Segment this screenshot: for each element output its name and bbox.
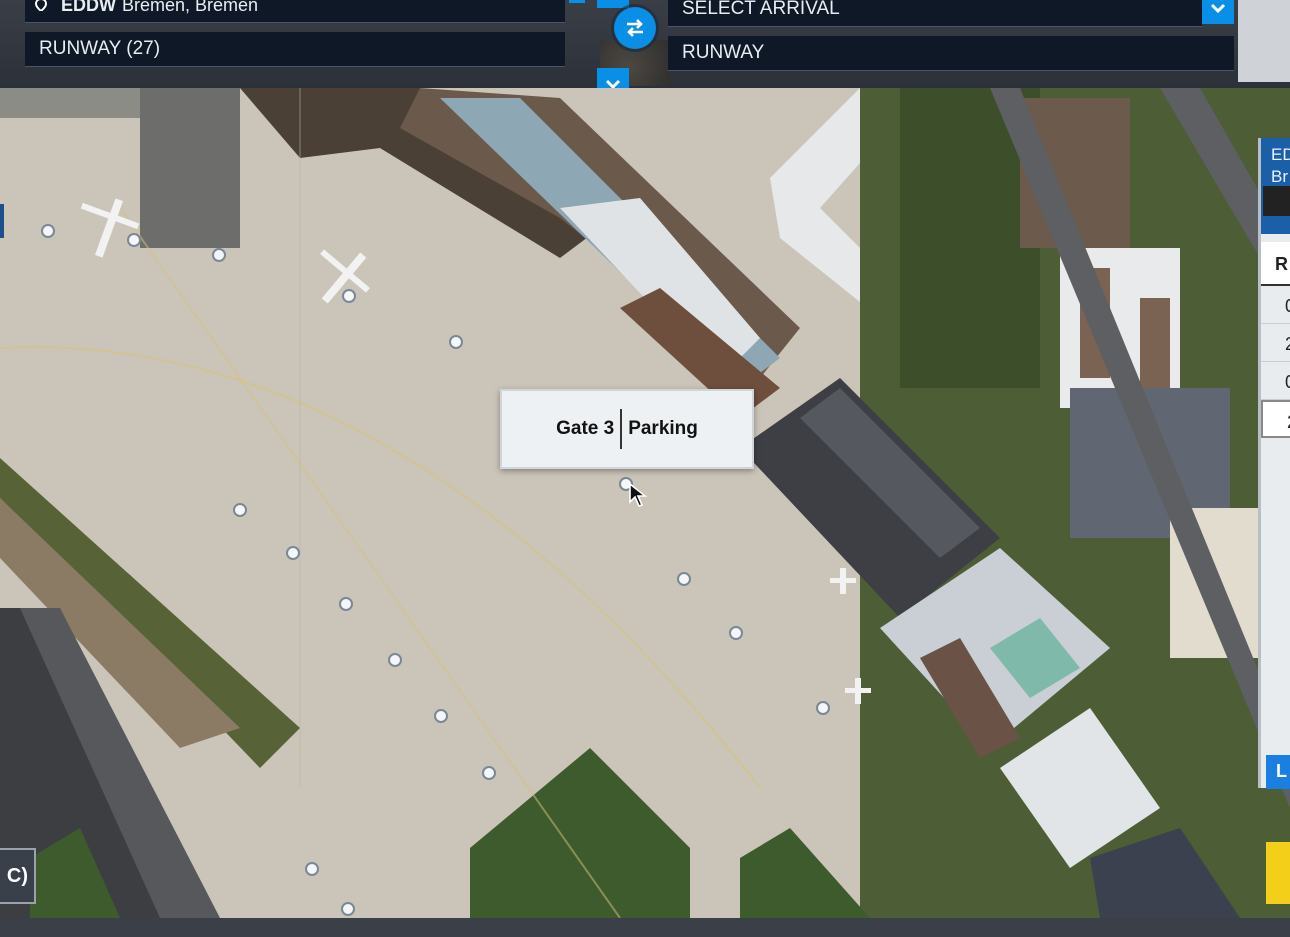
parking-spot-node[interactable] (127, 233, 141, 247)
parking-spot-node[interactable] (816, 701, 830, 715)
fly-button[interactable] (1266, 842, 1290, 904)
map-edge-marker (0, 204, 4, 238)
departure-airport-field[interactable]: EDDW Bremen, Bremen x (25, 0, 629, 23)
arrival-airport-select[interactable]: SELECT ARRIVAL (668, 0, 1234, 27)
right-frame (1238, 0, 1290, 82)
bottom-bar (0, 918, 1290, 937)
parking-spot-node[interactable] (482, 766, 496, 780)
tooltip-type: Parking (628, 418, 698, 439)
parking-spot-node[interactable] (677, 572, 691, 586)
panel-header: ED Br (1261, 138, 1290, 234)
parking-spot-node[interactable] (41, 224, 55, 238)
aircraft-thumbnail (1263, 186, 1290, 216)
parking-spot-node[interactable] (341, 902, 355, 916)
departure-airport-code: EDDW (61, 0, 116, 15)
clear-departure-button[interactable]: x (569, 0, 585, 3)
arrival-runway-label: RUNWAY (682, 42, 765, 63)
parking-spot-node[interactable] (434, 709, 448, 723)
swap-arrows-icon (627, 19, 643, 37)
parking-spot-node[interactable] (233, 503, 247, 517)
parking-spot-node[interactable] (449, 335, 463, 349)
arrival-dropdown-button[interactable] (1202, 0, 1234, 24)
location-pin-icon (35, 0, 47, 11)
parking-spot-node[interactable] (342, 289, 356, 303)
runway-row[interactable]: 0 (1261, 362, 1290, 400)
parking-spot-node[interactable] (212, 248, 226, 262)
swap-route-button[interactable] (614, 7, 656, 49)
chevron-down-icon (604, 0, 622, 1)
arrival-runway-select[interactable]: RUNWAY (668, 36, 1234, 71)
runway-row[interactable]: 2 (1261, 324, 1290, 362)
departure-dropdown-button[interactable] (597, 0, 629, 8)
tooltip-divider (620, 409, 623, 449)
tooltip-gate: Gate 3 (556, 418, 615, 439)
arrival-placeholder: SELECT ARRIVAL (682, 0, 840, 19)
parking-spot-node[interactable] (388, 653, 402, 667)
panel-airport-name: Br (1271, 167, 1288, 186)
mouse-pointer-icon (629, 482, 648, 507)
panel-airport-code: ED (1271, 145, 1290, 164)
atc-button[interactable]: C) (0, 848, 36, 904)
runway-row[interactable]: 0 (1261, 286, 1290, 324)
parking-spot-node[interactable] (729, 626, 743, 640)
panel-action-button[interactable]: L (1266, 755, 1290, 789)
parking-spot-node[interactable] (339, 597, 353, 611)
departure-airport-name: Bremen, Bremen (122, 0, 259, 15)
airport-info-panel: ED Br R 0 2 0 2 (1258, 138, 1290, 788)
departure-runway-select[interactable]: RUNWAY (27) (25, 32, 629, 100)
flight-route-bar: EDDW Bremen, Bremen x RUNWAY (27) SELECT … (0, 0, 1290, 100)
parking-spot-node[interactable] (305, 862, 319, 876)
runway-list: R 0 2 0 2 (1261, 242, 1290, 438)
parking-tooltip: Gate 3 Parking (500, 389, 754, 469)
parking-spot-node[interactable] (286, 546, 300, 560)
runway-row-selected[interactable]: 2 (1261, 400, 1290, 438)
chevron-down-icon (1210, 3, 1226, 14)
runway-column-header: R (1261, 242, 1290, 286)
departure-runway-label: RUNWAY (27) (39, 38, 161, 59)
